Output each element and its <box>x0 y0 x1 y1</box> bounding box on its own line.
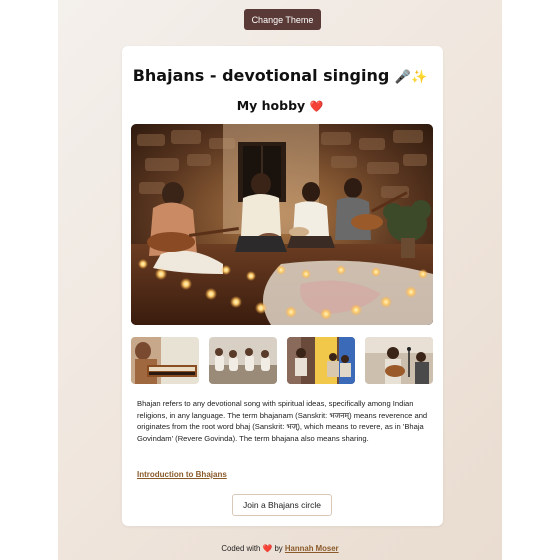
page-title-text: Bhajans - devotional singing <box>132 66 390 85</box>
gallery-thumbnail-1[interactable] <box>131 337 199 384</box>
footer: Coded with ❤️ by Hannah Moser <box>0 544 560 553</box>
heart-icon: ❤️ <box>309 100 324 113</box>
introduction-link[interactable]: Introduction to Bhajans <box>137 470 227 479</box>
page-subtitle: My hobby ❤️ <box>0 98 560 113</box>
author-link[interactable]: Hannah Moser <box>285 544 339 553</box>
page-title: Bhajans - devotional singing 🎤✨ <box>0 66 560 85</box>
gallery-thumbnail-3[interactable] <box>287 337 355 384</box>
change-theme-button[interactable]: Change Theme <box>244 9 321 30</box>
gallery-thumbnail-4[interactable] <box>365 337 433 384</box>
bhajan-description: Bhajan refers to any devotional song wit… <box>137 399 428 444</box>
heart-icon: ❤️ <box>262 544 273 553</box>
gallery-thumbnail-2[interactable] <box>209 337 277 384</box>
join-circle-button[interactable]: Join a Bhajans circle <box>232 494 332 516</box>
footer-prefix: Coded with <box>221 544 261 553</box>
page-subtitle-text: My hobby <box>236 98 306 113</box>
hero-image[interactable] <box>131 124 433 325</box>
microphone-sparkles-icon: 🎤✨ <box>394 70 428 85</box>
footer-by: by <box>274 544 283 553</box>
